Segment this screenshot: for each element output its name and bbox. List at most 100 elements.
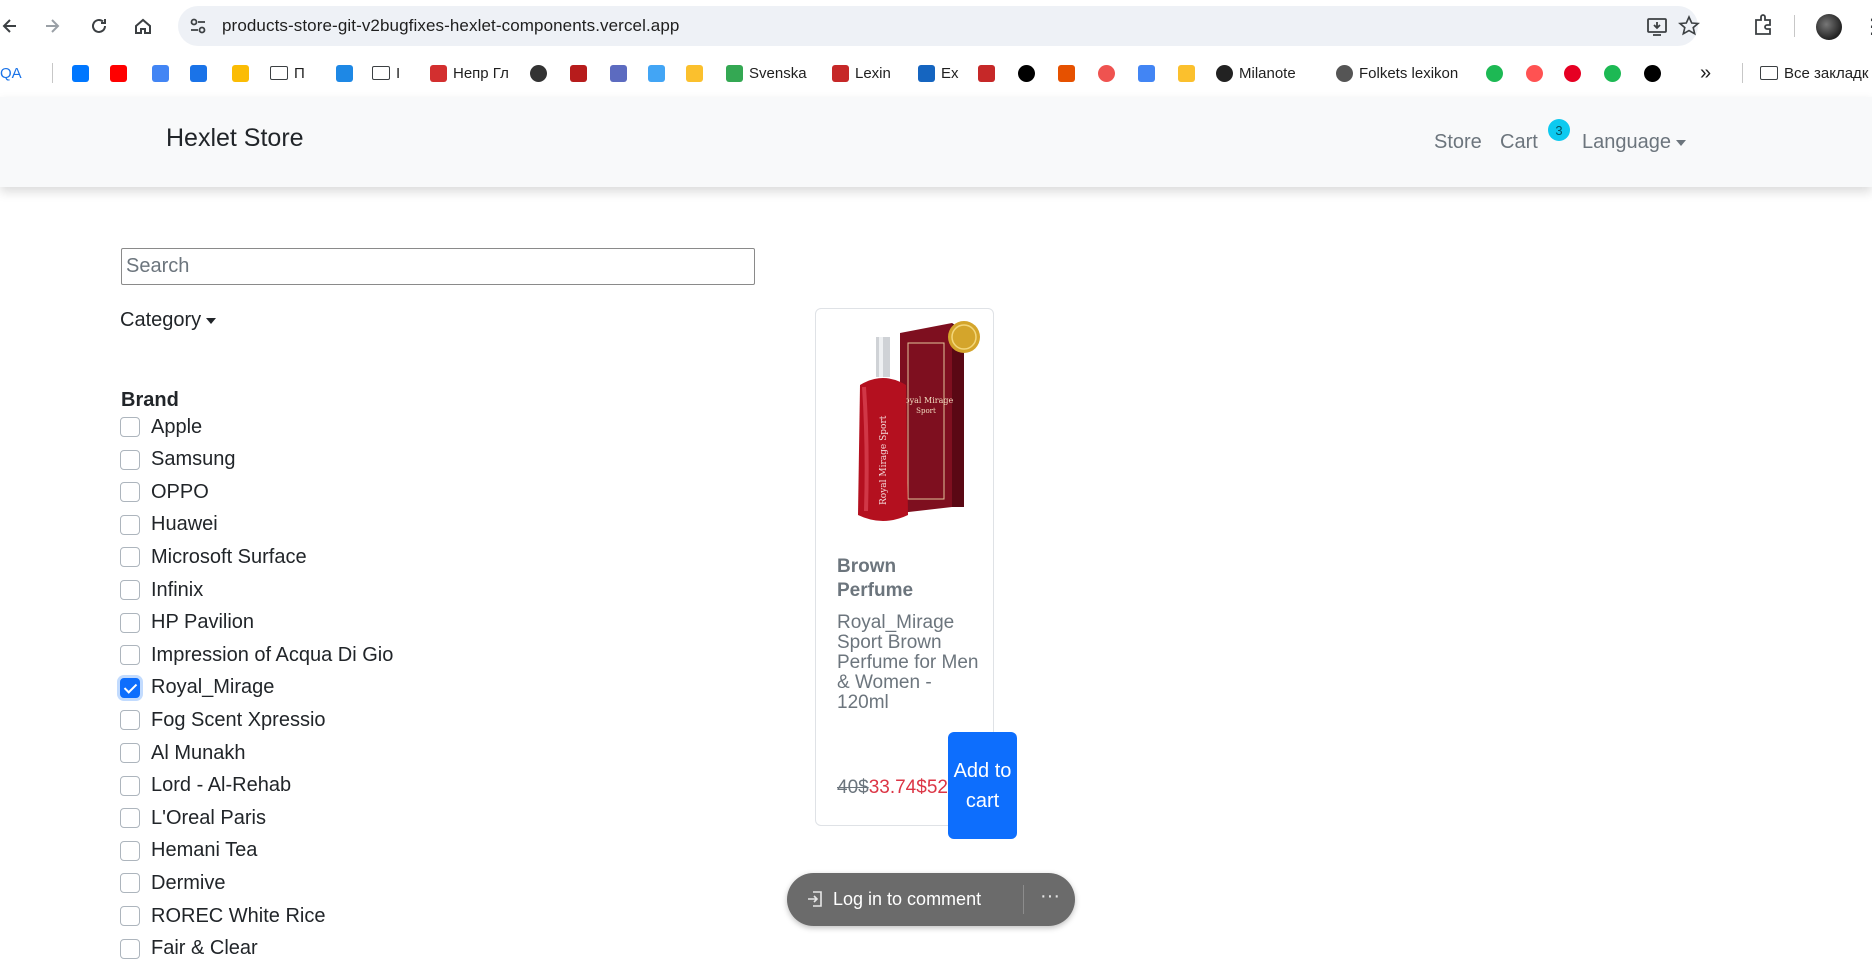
bookmark-13[interactable]	[648, 53, 671, 93]
nav-store-link[interactable]: Store	[1434, 131, 1482, 154]
profile-avatar[interactable]	[1816, 14, 1842, 40]
bookmark-23[interactable]	[1178, 53, 1201, 93]
checkbox[interactable]	[120, 417, 140, 437]
site-settings-icon[interactable]	[188, 16, 208, 36]
bookmark-7[interactable]	[336, 53, 359, 93]
doc-icon	[918, 64, 935, 82]
url-text[interactable]: products-store-git-v2bugfixes-hexlet-com…	[222, 16, 679, 36]
bookmark-star-icon[interactable]	[1678, 15, 1700, 37]
brand-filter-item[interactable]: Hemani Tea	[120, 838, 257, 864]
checkbox[interactable]	[120, 514, 140, 535]
checkbox[interactable]	[120, 775, 140, 796]
brand-filter-item[interactable]: Fair & Clear	[120, 936, 258, 962]
sun-icon	[686, 64, 703, 82]
bookmark-9[interactable]: Непр Гл	[430, 53, 509, 93]
bookmark-6[interactable]: П	[270, 53, 305, 93]
checkbox[interactable]	[120, 743, 140, 763]
extensions-icon[interactable]	[1750, 12, 1776, 38]
refresh-swirl-icon	[190, 64, 207, 82]
checkbox[interactable]	[120, 612, 140, 633]
brand-filter-item[interactable]: Al Munakh	[120, 740, 246, 766]
home-icon[interactable]	[129, 12, 157, 40]
checkbox[interactable]	[120, 840, 140, 861]
nav-cart-link[interactable]: Cart	[1500, 131, 1538, 154]
bookmark-8[interactable]: I	[372, 53, 400, 93]
brand-filter-item[interactable]: Dermive	[120, 870, 225, 896]
bookmark-10[interactable]	[530, 53, 553, 93]
bookmark-27[interactable]	[1526, 53, 1549, 93]
address-bar[interactable]: products-store-git-v2bugfixes-hexlet-com…	[178, 6, 1700, 46]
more-options-icon[interactable]: ···	[1035, 883, 1065, 913]
bookmark-29[interactable]	[1604, 53, 1627, 93]
brand-filter-item[interactable]: L'Oreal Paris	[120, 805, 266, 831]
bookmark-1[interactable]	[72, 53, 95, 93]
checkbox[interactable]	[120, 580, 140, 600]
bookmark-16[interactable]: Lexin	[832, 53, 891, 93]
search-input[interactable]	[121, 248, 755, 285]
back-arrow-icon[interactable]	[0, 12, 24, 40]
checkbox[interactable]	[120, 873, 140, 894]
bookmark-19[interactable]	[1018, 53, 1041, 93]
folder-icon	[1760, 66, 1778, 80]
bookmark-4[interactable]	[190, 53, 213, 93]
checkbox[interactable]	[120, 547, 140, 568]
bookmark-21[interactable]	[1098, 53, 1121, 93]
bookmark-22[interactable]	[1138, 53, 1161, 93]
brand-filter-item[interactable]: Samsung	[120, 447, 236, 473]
bookmark-label: Lexin	[855, 64, 891, 82]
bookmarks-bar: QA П I Непр Гл Svenska Lexin Ex Milanote Folkets…	[0, 53, 1872, 93]
bookmark-18[interactable]	[978, 53, 1001, 93]
bookmark-5[interactable]	[232, 53, 255, 93]
store-brand[interactable]: Hexlet Store	[166, 124, 304, 153]
brand-filter-item[interactable]: OPPO	[120, 479, 209, 505]
bookmark-28[interactable]	[1564, 53, 1587, 93]
pinterest-icon	[1564, 64, 1581, 82]
brand-filter-item[interactable]: ROREC White Rice	[120, 903, 325, 929]
bookmark-3[interactable]	[152, 53, 175, 93]
checkbox[interactable]	[120, 808, 140, 829]
checkbox[interactable]	[120, 906, 140, 926]
brand-filter-item[interactable]: Fog Scent Xpressio	[120, 707, 326, 733]
bookmark-12[interactable]	[610, 53, 633, 93]
brand-filter-item[interactable]: HP Pavilion	[120, 610, 254, 636]
checkbox[interactable]	[120, 938, 140, 959]
bookmark-14[interactable]	[686, 53, 709, 93]
brand-filter-item[interactable]: Lord - Al-Rehab	[120, 773, 291, 799]
bookmark-2[interactable]	[110, 53, 133, 93]
login-to-comment-button[interactable]: Log in to comment	[833, 889, 981, 910]
checkbox-checked[interactable]	[120, 677, 140, 698]
bookmark-11[interactable]	[570, 53, 593, 93]
brand-filter-label: Samsung	[151, 448, 236, 471]
bookmark-17[interactable]: Ex	[918, 53, 959, 93]
install-app-icon[interactable]	[1646, 15, 1668, 37]
bookmark-30[interactable]	[1644, 53, 1667, 93]
checkbox[interactable]	[120, 449, 140, 470]
bookmark-0[interactable]: QA	[0, 53, 22, 93]
brand-filter-item[interactable]: Impression of Acqua Di Gio	[120, 642, 393, 668]
brand-filter-item[interactable]: Microsoft Surface	[120, 544, 307, 570]
reload-icon[interactable]	[85, 12, 113, 40]
checkbox[interactable]	[120, 645, 140, 666]
forward-arrow-icon[interactable]	[38, 12, 66, 40]
add-to-cart-button[interactable]: Add to cart	[948, 732, 1017, 839]
checkbox[interactable]	[120, 482, 140, 503]
bookmarks-overflow-button[interactable]: »	[1700, 53, 1711, 93]
bookmark-26[interactable]	[1486, 53, 1509, 93]
product-title[interactable]: Brown Perfume	[837, 555, 977, 603]
bookmark-label: QA	[0, 64, 22, 82]
bookmark-label: П	[294, 64, 305, 82]
brand-filter-item[interactable]: Royal_Mirage	[120, 675, 274, 701]
category-dropdown[interactable]: Category	[120, 309, 217, 332]
brand-filter-item[interactable]: Huawei	[120, 512, 218, 538]
bookmark-15[interactable]: Svenska	[726, 53, 807, 93]
product-image[interactable]: Royal Mirage Sport Royal Mirage Sport	[834, 315, 980, 535]
menu-dots-icon[interactable]: ⋮	[1862, 14, 1872, 39]
bookmark-25[interactable]: Folkets lexikon	[1336, 53, 1458, 93]
bookmark-20[interactable]	[1058, 53, 1081, 93]
brand-filter-item[interactable]: Infinix	[120, 577, 203, 603]
language-dropdown[interactable]: Language	[1582, 131, 1686, 154]
checkbox[interactable]	[120, 710, 140, 731]
brand-filter-item[interactable]: Apple	[120, 414, 202, 440]
bookmark-24[interactable]: Milanote	[1216, 53, 1296, 93]
all-bookmarks-folder[interactable]: Все закладк	[1760, 53, 1868, 93]
